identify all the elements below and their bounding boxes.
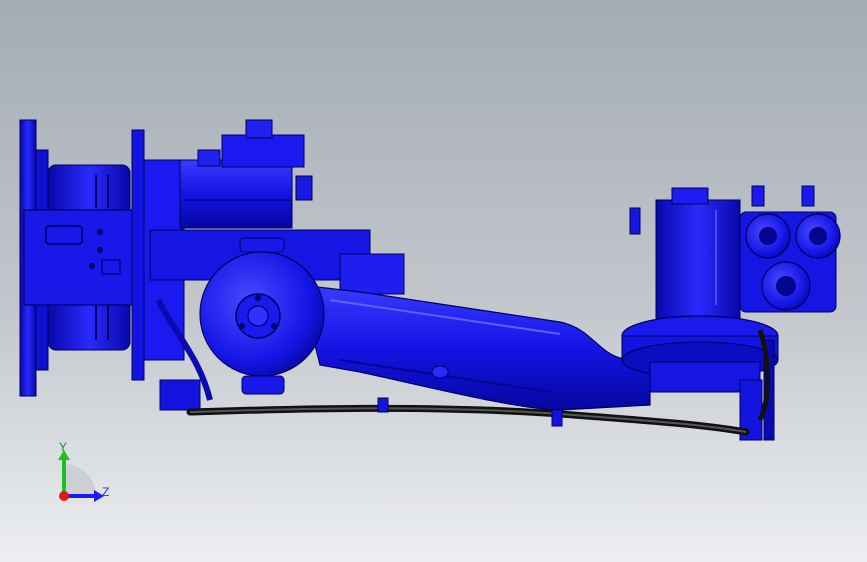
cad-viewport[interactable]: Y Z: [0, 0, 867, 562]
axis-z-label: Z: [102, 485, 110, 499]
main-arm-link[interactable]: [299, 284, 651, 411]
robot-arm-model[interactable]: [0, 0, 867, 562]
axis-triad: Y Z: [40, 436, 130, 516]
triad-graphic: [58, 450, 104, 502]
axis-y-label: Y: [59, 440, 68, 454]
shoulder-motor[interactable]: [179, 119, 313, 229]
wrist-housing[interactable]: [629, 187, 741, 321]
gear-motor-cluster[interactable]: [739, 185, 841, 313]
